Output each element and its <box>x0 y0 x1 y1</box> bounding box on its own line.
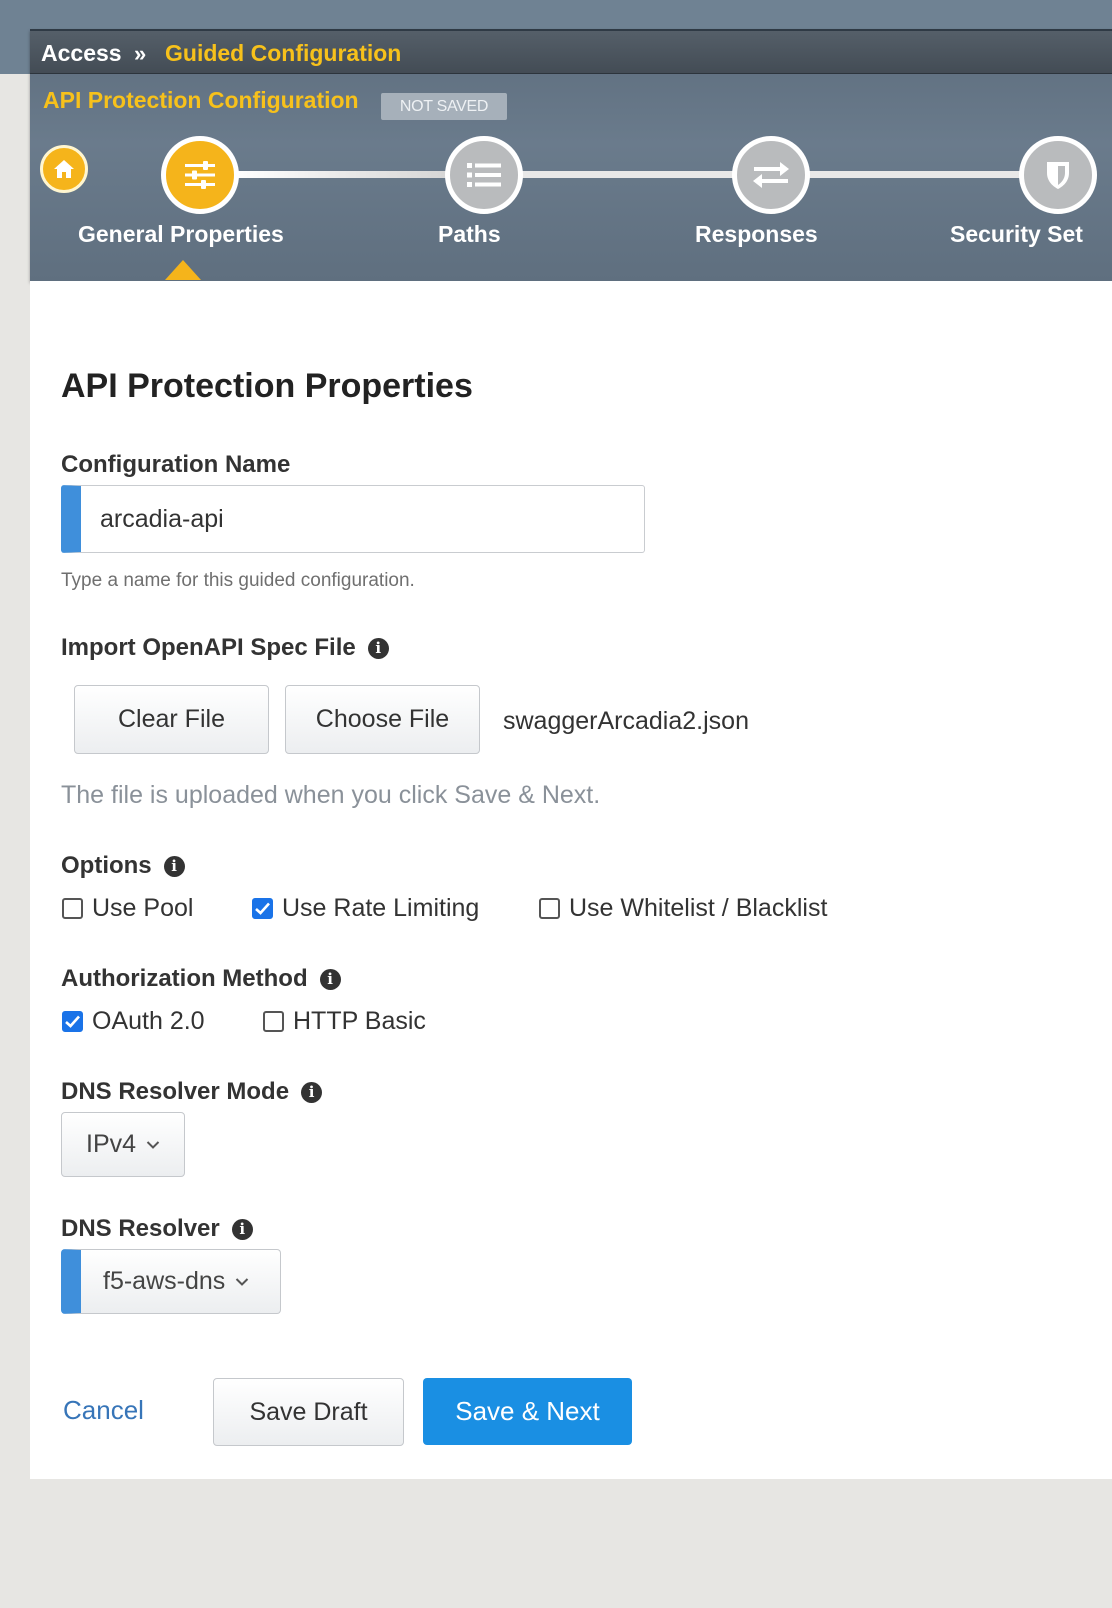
save-draft-button[interactable]: Save Draft <box>213 1378 404 1446</box>
config-name-input[interactable] <box>61 485 645 553</box>
section-title: API Protection Properties <box>61 367 473 405</box>
dns-resolver-value: f5-aws-dns <box>103 1267 226 1295</box>
breadcrumb-separator: » <box>134 41 147 66</box>
dns-mode-select[interactable]: IPv4 <box>61 1112 185 1177</box>
checkbox-box[interactable] <box>539 898 560 919</box>
authorization-label: Authorization Method i <box>61 965 341 993</box>
swap-arrows-icon <box>753 162 789 188</box>
checkbox-label: OAuth 2.0 <box>92 1007 205 1035</box>
config-name-label: Configuration Name <box>61 451 290 479</box>
checkbox-label: Use Rate Limiting <box>282 894 480 922</box>
step-label-responses[interactable]: Responses <box>695 221 818 248</box>
wizard-header-panel: Access » Guided Configuration API Protec… <box>30 29 1112 281</box>
step-security-settings[interactable] <box>1019 136 1097 214</box>
dns-mode-label-text: DNS Resolver Mode <box>61 1078 290 1105</box>
checkbox-label: HTTP Basic <box>293 1007 426 1035</box>
config-name-help: Type a name for this guided configuratio… <box>61 570 415 591</box>
step-general-properties[interactable] <box>161 136 239 214</box>
use-pool-checkbox[interactable]: Use Pool <box>62 894 193 923</box>
checkbox-label: Use Whitelist / Blacklist <box>569 894 828 922</box>
chevron-down-icon <box>146 1140 160 1149</box>
shield-icon <box>1047 162 1069 189</box>
dns-mode-value: IPv4 <box>86 1130 137 1158</box>
list-icon <box>467 163 501 187</box>
import-spec-label-text: Import OpenAPI Spec File <box>61 634 356 661</box>
info-icon[interactable]: i <box>163 855 185 877</box>
clear-file-button[interactable]: Clear File <box>74 685 269 754</box>
breadcrumb-access-link[interactable]: Access <box>41 40 122 67</box>
checkmark-icon <box>255 902 270 915</box>
choose-file-button[interactable]: Choose File <box>285 685 480 754</box>
step-label-paths[interactable]: Paths <box>438 221 501 248</box>
checkmark-icon <box>65 1015 80 1028</box>
info-icon[interactable]: i <box>319 968 341 990</box>
step-responses[interactable] <box>732 136 810 214</box>
dns-resolver-label: DNS Resolver i <box>61 1215 253 1243</box>
use-whitelist-blacklist-checkbox[interactable]: Use Whitelist / Blacklist <box>539 894 827 923</box>
home-step-button[interactable] <box>40 145 88 193</box>
dns-mode-label: DNS Resolver Mode i <box>61 1078 323 1106</box>
checkbox-label: Use Pool <box>92 894 194 922</box>
info-icon[interactable]: i <box>367 637 389 659</box>
status-badge: NOT SAVED <box>381 93 507 120</box>
dns-resolver-label-text: DNS Resolver <box>61 1215 220 1242</box>
checkbox-box[interactable] <box>62 1011 83 1032</box>
config-name-label-text: Configuration Name <box>61 451 291 478</box>
home-icon <box>54 160 74 178</box>
step-label-general-properties[interactable]: General Properties <box>78 221 284 248</box>
use-rate-limiting-checkbox[interactable]: Use Rate Limiting <box>252 894 479 923</box>
step-connector-1 <box>235 171 480 178</box>
http-basic-checkbox[interactable]: HTTP Basic <box>263 1007 426 1036</box>
step-paths[interactable] <box>445 136 523 214</box>
config-title: API Protection Configuration <box>43 87 359 113</box>
oauth2-checkbox[interactable]: OAuth 2.0 <box>62 1007 205 1036</box>
checkbox-box[interactable] <box>62 898 83 919</box>
sliders-icon <box>185 161 215 189</box>
chevron-down-icon <box>236 1277 249 1286</box>
left-gutter <box>0 74 32 1608</box>
step-label-security-settings[interactable]: Security Set <box>950 221 1083 248</box>
breadcrumb-current: Guided Configuration <box>165 40 402 66</box>
options-label: Options i <box>61 852 185 880</box>
import-spec-label: Import OpenAPI Spec File i <box>61 634 389 662</box>
dns-resolver-select[interactable]: f5-aws-dns <box>61 1249 281 1314</box>
info-icon[interactable]: i <box>231 1218 253 1240</box>
info-icon[interactable]: i <box>301 1081 323 1103</box>
active-step-pointer <box>165 260 201 280</box>
authorization-label-text: Authorization Method <box>61 965 308 992</box>
options-label-text: Options <box>61 852 152 879</box>
cancel-link[interactable]: Cancel <box>63 1395 144 1426</box>
selected-file-name: swaggerArcadia2.json <box>503 707 749 735</box>
checkbox-box[interactable] <box>252 898 273 919</box>
upload-note: The file is uploaded when you click Save… <box>61 781 601 809</box>
checkbox-box[interactable] <box>263 1011 284 1032</box>
breadcrumb: Access » Guided Configuration <box>30 31 1112 74</box>
save-next-button[interactable]: Save & Next <box>423 1378 632 1445</box>
